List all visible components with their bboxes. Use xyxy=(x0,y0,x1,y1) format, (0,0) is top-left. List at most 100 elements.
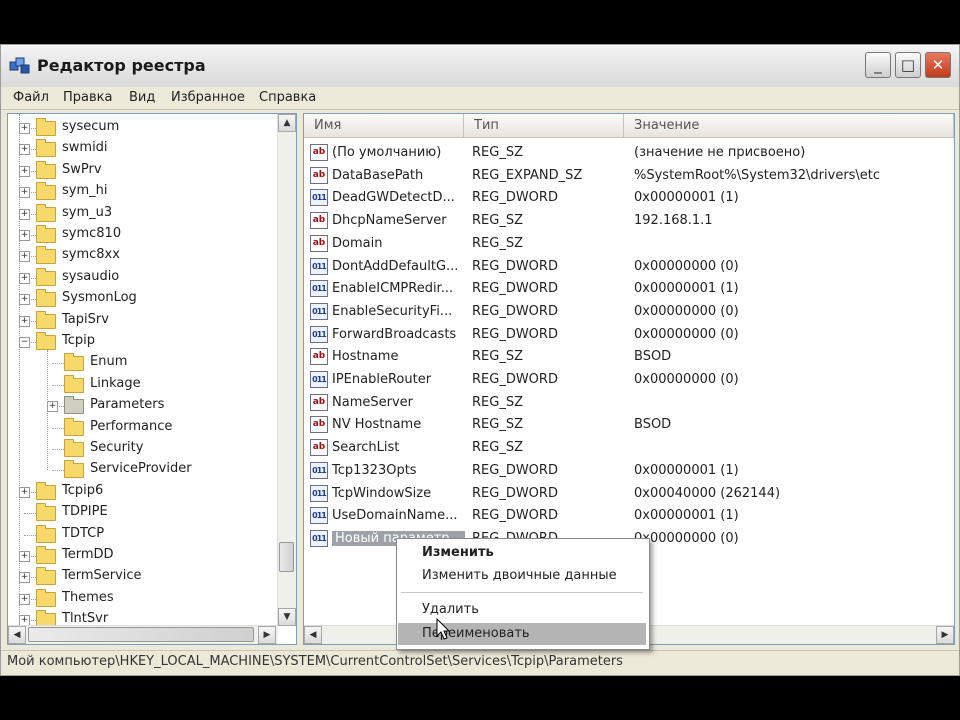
tree-item-label: ServiceProvider xyxy=(90,461,192,477)
expand-icon[interactable]: + xyxy=(19,572,30,584)
menu-file[interactable]: Файл xyxy=(13,90,49,105)
scroll-down-icon[interactable]: ▼ xyxy=(278,608,296,626)
expand-icon[interactable]: + xyxy=(19,144,30,156)
tree-item[interactable]: Performance xyxy=(8,417,278,438)
value-name: Tcp1323Opts xyxy=(332,462,417,478)
expand-icon[interactable]: + xyxy=(19,230,30,241)
tree-item[interactable]: − Tcpip xyxy=(8,332,278,352)
value-row[interactable]: 011 ForwardBroadcasts REG_DWORD 0x00000000 … xyxy=(304,324,954,346)
tree-item[interactable]: + symc8xx xyxy=(8,246,278,266)
collapse-icon[interactable]: − xyxy=(19,337,30,348)
minimize-button[interactable]: _ xyxy=(865,52,891,78)
value-name: Domain xyxy=(332,235,383,251)
column-header-type[interactable]: Тип xyxy=(464,114,624,138)
value-type: REG_DWORD xyxy=(472,485,558,501)
value-row[interactable]: 011 TcpWindowSize REG_DWORD 0x00040000 (262… xyxy=(304,483,954,505)
value-row[interactable]: ab (По умолчанию) REG_SZ (значение не присв… xyxy=(304,142,954,164)
value-row[interactable]: ab Domain REG_SZ xyxy=(304,233,954,255)
value-row[interactable]: 011 EnableSecurityFi... REG_DWORD 0x0000000… xyxy=(304,301,954,323)
tree-item[interactable]: Security xyxy=(8,439,278,459)
tree-item[interactable]: Linkage xyxy=(8,374,278,395)
maximize-button[interactable]: □ xyxy=(895,52,921,78)
expand-icon[interactable]: + xyxy=(19,593,30,605)
tree-item[interactable]: + sysaudio xyxy=(8,267,278,288)
value-data: (значение не присвоено) xyxy=(634,145,806,160)
menu-favorites[interactable]: Избранное xyxy=(171,90,245,105)
tree-item[interactable]: + SysmonLog xyxy=(8,289,278,309)
scroll-thumb[interactable] xyxy=(279,542,294,572)
scroll-thumb[interactable] xyxy=(28,627,254,642)
tree-item[interactable]: TDTCP xyxy=(8,524,278,545)
binary-value-icon: 011 xyxy=(310,371,328,388)
tree-item[interactable]: + TermDD xyxy=(8,546,278,566)
title-bar[interactable]: Редактор реестра _ □ ✕ xyxy=(1,45,959,88)
tree-horizontal-scrollbar[interactable]: ◀ ▶ xyxy=(8,625,278,644)
value-row[interactable]: ab NameServer REG_SZ xyxy=(304,392,954,414)
context-modify-binary[interactable]: Изменить двоичные данные xyxy=(398,565,646,587)
close-button[interactable]: ✕ xyxy=(925,52,951,78)
scroll-right-icon[interactable]: ▶ xyxy=(936,626,954,644)
tree-connector xyxy=(19,114,20,626)
tree-item[interactable]: TDPIPE xyxy=(8,503,278,523)
tree-item[interactable]: + Parameters xyxy=(8,396,278,416)
expand-icon[interactable]: + xyxy=(19,551,30,562)
context-modify[interactable]: Изменить xyxy=(398,542,646,564)
scroll-right-icon[interactable]: ▶ xyxy=(258,626,276,644)
value-type: REG_SZ xyxy=(472,235,523,251)
tree-item[interactable]: ServiceProvider xyxy=(8,460,278,480)
expand-icon[interactable]: + xyxy=(19,315,30,327)
tree-item[interactable]: + Themes xyxy=(8,588,278,609)
value-row[interactable]: 011 Tcp1323Opts REG_DWORD 0x00000001 (1) xyxy=(304,460,954,482)
tree-vertical-scrollbar[interactable]: ▲ ▼ xyxy=(277,114,296,626)
string-value-icon: ab xyxy=(310,234,328,252)
key-tree-pane[interactable]: + sysecum + swmidi + SwPrv + sym_hi + sym_u3 + symc… xyxy=(7,113,297,645)
menu-help[interactable]: Справка xyxy=(259,90,316,105)
tree-item[interactable]: Enum xyxy=(8,353,278,373)
value-type: REG_SZ xyxy=(472,394,523,410)
tree-item[interactable]: + TermService xyxy=(8,567,278,587)
value-data: 0x00000000 (0) xyxy=(634,303,739,319)
value-row[interactable]: 011 EnableICMPRedir... REG_DWORD 0x00000001… xyxy=(304,278,954,300)
tree-item[interactable]: + SwPrv xyxy=(8,160,278,181)
value-row[interactable]: ab Hostname REG_SZ BSOD xyxy=(304,346,954,368)
value-type: REG_DWORD xyxy=(472,258,558,274)
column-header-data[interactable]: Значение xyxy=(624,114,954,138)
expand-icon[interactable]: + xyxy=(19,272,30,284)
tree-item-label: sym_hi xyxy=(62,183,108,199)
menu-view[interactable]: Вид xyxy=(129,90,155,105)
window-title: Редактор реестра xyxy=(37,56,206,75)
expand-icon[interactable]: + xyxy=(47,401,58,413)
value-row[interactable]: ab DataBasePath REG_EXPAND_SZ %SystemRoot%\… xyxy=(304,165,954,187)
value-row[interactable]: ab NV Hostname REG_SZ BSOD xyxy=(304,414,954,436)
value-name: NameServer xyxy=(332,394,413,410)
tree-item[interactable]: + sysecum xyxy=(8,118,278,138)
value-row[interactable]: 011 UseDomainName... REG_DWORD 0x00000001 (… xyxy=(304,505,954,527)
tree-item[interactable]: + sym_hi xyxy=(8,182,278,202)
value-row[interactable]: 011 IPEnableRouter REG_DWORD 0x00000000 (0) xyxy=(304,369,954,391)
expand-icon[interactable]: + xyxy=(19,165,30,177)
tree-item[interactable]: + swmidi xyxy=(8,139,278,159)
value-row[interactable]: ab SearchList REG_SZ xyxy=(304,437,954,459)
expand-icon[interactable]: + xyxy=(19,486,30,498)
expand-icon[interactable]: + xyxy=(19,294,30,306)
scroll-left-icon[interactable]: ◀ xyxy=(304,626,322,644)
tree-item[interactable]: + symc810 xyxy=(8,225,278,245)
value-row[interactable]: 011 DontAddDefaultG... REG_DWORD 0x00000000… xyxy=(304,256,954,278)
expand-icon[interactable]: + xyxy=(19,187,30,199)
folder-icon xyxy=(36,332,56,350)
tree-item[interactable]: + TapiSrv xyxy=(8,310,278,331)
column-header-name[interactable]: Имя xyxy=(304,114,464,138)
binary-value-icon: 011 xyxy=(310,257,328,275)
value-data: 0x00000001 (1) xyxy=(634,190,739,206)
scroll-up-icon[interactable]: ▲ xyxy=(278,114,296,132)
tree-item[interactable]: + sym_u3 xyxy=(8,203,278,224)
value-row[interactable]: ab DhcpNameServer REG_SZ 192.168.1.1 xyxy=(304,210,954,232)
menu-edit[interactable]: Правка xyxy=(63,90,112,105)
scroll-left-icon[interactable]: ◀ xyxy=(8,626,26,644)
tree-item[interactable]: + Tcpip6 xyxy=(8,481,278,502)
expand-icon[interactable]: + xyxy=(19,123,30,134)
expand-icon[interactable]: + xyxy=(19,208,30,220)
value-row[interactable]: 011 DeadGWDetectD... REG_DWORD 0x00000001 (… xyxy=(304,187,954,209)
expand-icon[interactable]: + xyxy=(19,251,30,263)
binary-value-icon: 011 xyxy=(310,461,328,479)
